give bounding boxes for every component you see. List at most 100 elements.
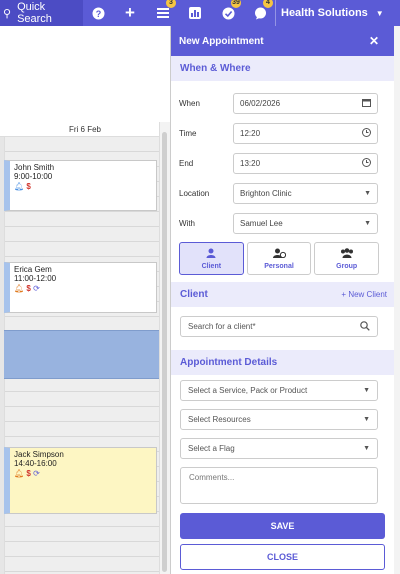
section-client-title: Client bbox=[180, 289, 208, 300]
chevron-down-icon: ▼ bbox=[364, 220, 371, 227]
end-time-field[interactable]: 13:20 bbox=[233, 153, 378, 174]
bell-icon: 🔔︎ bbox=[14, 182, 25, 191]
dollar-icon: $ bbox=[26, 469, 31, 478]
resources-placeholder: Select Resources bbox=[188, 415, 251, 424]
end-time-value: 13:20 bbox=[240, 159, 261, 168]
blocked-time-slot[interactable] bbox=[4, 330, 159, 379]
panel-scrollbar[interactable] bbox=[394, 26, 400, 574]
time-label: Time bbox=[179, 129, 197, 138]
close-button[interactable]: CLOSE bbox=[180, 544, 385, 570]
new-appointment-panel: New Appointment ✕ When & Where When 06/0… bbox=[170, 26, 395, 574]
comments-placeholder: Comments... bbox=[189, 473, 235, 482]
flag-placeholder: Select a Flag bbox=[188, 444, 235, 453]
client-search-input[interactable]: Search for a client* bbox=[180, 316, 378, 337]
tasks-badge: 3 bbox=[166, 0, 176, 8]
messages-badge: 4 bbox=[263, 0, 273, 8]
location-row: Location Brighton Clinic ▼ bbox=[179, 183, 379, 204]
add-icon[interactable]: + bbox=[120, 3, 140, 22]
quick-search-label: Quick Search bbox=[17, 1, 52, 25]
start-time-field[interactable]: 12:20 bbox=[233, 123, 378, 144]
top-bar: ⚲ Quick Search ? + 3 39 4 Health Solutio… bbox=[0, 0, 400, 26]
reports-icon[interactable] bbox=[185, 4, 205, 22]
quick-search[interactable]: ⚲ Quick Search bbox=[0, 0, 83, 26]
tab-client-label: Client bbox=[201, 262, 222, 270]
service-placeholder: Select a Service, Pack or Product bbox=[188, 386, 308, 395]
users-icon bbox=[340, 247, 354, 261]
location-select[interactable]: Brighton Clinic ▼ bbox=[233, 183, 378, 204]
tab-client[interactable]: Client bbox=[179, 242, 244, 275]
calendar-day-header[interactable]: Fri 6 Feb bbox=[0, 122, 170, 137]
appointment-time: 11:00-12:00 bbox=[14, 274, 57, 283]
dollar-icon: $ bbox=[26, 284, 31, 293]
org-selector[interactable]: Health Solutions ▼ bbox=[281, 0, 384, 26]
appointment-card[interactable]: Erica Gem 11:00-12:00 🔔︎ $ ⟳ bbox=[4, 262, 157, 313]
end-label: End bbox=[179, 159, 194, 168]
topbar-divider bbox=[275, 0, 276, 26]
appointment-client: Jack Simpson bbox=[14, 450, 64, 459]
clock-icon bbox=[362, 128, 371, 139]
chevron-down-icon: ▼ bbox=[363, 416, 370, 423]
calendar-scrollbar[interactable] bbox=[159, 122, 170, 574]
end-row: End 13:20 bbox=[179, 153, 379, 174]
when-row: When 06/02/2026 bbox=[179, 93, 379, 114]
appointment-card[interactable]: John Smith 9:00-10:00 🔔︎ $ bbox=[4, 160, 157, 211]
chevron-down-icon: ▼ bbox=[363, 445, 370, 452]
time-row: Time 12:20 bbox=[179, 123, 379, 144]
search-icon: ⚲ bbox=[3, 7, 12, 20]
section-details-title: Appointment Details bbox=[180, 357, 278, 368]
comments-textarea[interactable]: Comments... bbox=[180, 467, 378, 504]
calendar: Fri 6 Feb John Smith 9:00-10:00 🔔︎ $ Eri… bbox=[0, 26, 170, 574]
save-button[interactable]: SAVE bbox=[180, 513, 385, 539]
resources-select[interactable]: Select Resources ▼ bbox=[180, 409, 378, 430]
appointment-time: 9:00-10:00 bbox=[14, 172, 53, 181]
tasks-icon[interactable]: 3 bbox=[153, 0, 176, 22]
section-when-where: When & Where bbox=[171, 56, 394, 81]
start-time-value: 12:20 bbox=[240, 129, 261, 138]
section-client: Client + New Client bbox=[171, 282, 395, 307]
org-name: Health Solutions bbox=[281, 7, 368, 19]
practitioner-select[interactable]: Samuel Lee ▼ bbox=[233, 213, 378, 234]
help-icon[interactable]: ? bbox=[88, 4, 108, 22]
chevron-down-icon: ▼ bbox=[375, 8, 384, 18]
chevron-down-icon: ▼ bbox=[364, 190, 371, 197]
clock-icon bbox=[362, 158, 371, 169]
appointment-time: 14:40-16:00 bbox=[14, 459, 57, 468]
flag-select[interactable]: Select a Flag ▼ bbox=[180, 438, 378, 459]
panel-header: New Appointment ✕ bbox=[171, 26, 394, 56]
with-label: With bbox=[179, 219, 195, 228]
tab-group[interactable]: Group bbox=[314, 242, 380, 275]
date-value: 06/02/2026 bbox=[240, 99, 281, 108]
new-client-link[interactable]: + New Client bbox=[341, 290, 387, 299]
calendar-blank-area bbox=[0, 26, 170, 96]
search-icon bbox=[360, 320, 370, 333]
date-field[interactable]: 06/02/2026 bbox=[233, 93, 378, 114]
calendar-icon bbox=[362, 98, 371, 109]
user-clock-icon bbox=[272, 248, 286, 261]
check-badge: 39 bbox=[231, 0, 241, 8]
svg-text:?: ? bbox=[95, 9, 101, 19]
tab-group-label: Group bbox=[336, 262, 358, 270]
section-appointment-details: Appointment Details bbox=[171, 350, 395, 375]
user-icon bbox=[206, 248, 216, 261]
appointment-client: John Smith bbox=[14, 163, 55, 172]
section-when-where-title: When & Where bbox=[180, 63, 251, 74]
bell-icon: 🔔︎ bbox=[14, 469, 25, 478]
practitioner-value: Samuel Lee bbox=[240, 219, 283, 228]
tab-personal[interactable]: Personal bbox=[246, 242, 312, 275]
service-select[interactable]: Select a Service, Pack or Product ▼ bbox=[180, 380, 378, 401]
bell-icon: 🔔︎ bbox=[14, 284, 25, 293]
location-value: Brighton Clinic bbox=[240, 189, 292, 198]
repeat-icon: ⟳ bbox=[33, 469, 40, 478]
messages-icon[interactable]: 4 bbox=[250, 0, 273, 22]
panel-title: New Appointment bbox=[179, 35, 264, 47]
repeat-icon: ⟳ bbox=[33, 284, 40, 293]
panel-footer: SAVE CLOSE bbox=[171, 504, 395, 574]
close-icon[interactable]: ✕ bbox=[369, 34, 379, 48]
appointment-card[interactable]: Jack Simpson 14:40-16:00 🔔︎ $ ⟳ bbox=[4, 447, 157, 514]
client-search-placeholder: Search for a client* bbox=[188, 322, 256, 331]
check-icon[interactable]: 39 bbox=[218, 0, 241, 22]
tab-personal-label: Personal bbox=[264, 262, 294, 270]
appointment-type-tabs: Client Personal Group bbox=[179, 242, 380, 275]
appointment-client: Erica Gem bbox=[14, 265, 52, 274]
chevron-down-icon: ▼ bbox=[363, 387, 370, 394]
